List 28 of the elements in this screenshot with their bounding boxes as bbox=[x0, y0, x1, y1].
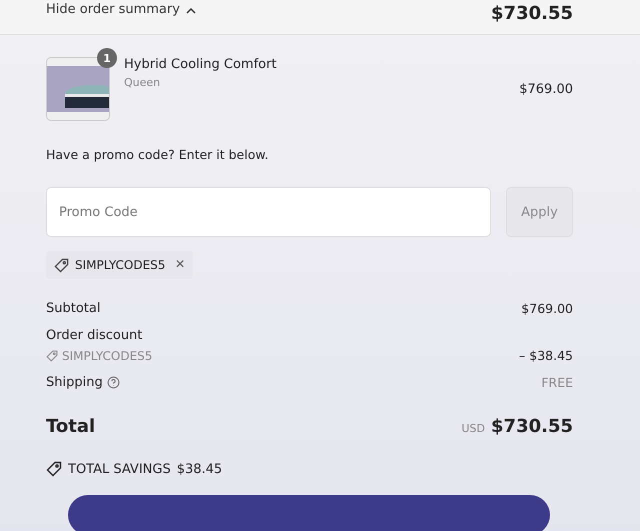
summary-label: Shipping bbox=[46, 375, 103, 390]
remove-button[interactable]: × bbox=[171, 257, 185, 273]
summary-value: FREE bbox=[541, 375, 573, 390]
help-icon[interactable] bbox=[106, 376, 120, 389]
applied-code: SIMPLYCODES5 bbox=[75, 258, 166, 272]
summary-label: Subtotal bbox=[46, 301, 100, 316]
promo-prompt: Have a promo code? Enter it below. bbox=[46, 147, 270, 162]
header-total: $730.55 bbox=[491, 3, 573, 24]
summary-value: – $38.45 bbox=[519, 348, 573, 363]
summary-value: $769.00 bbox=[521, 301, 573, 316]
quantity-badge: 1 bbox=[97, 48, 117, 68]
total-label: Total bbox=[46, 416, 96, 437]
tags-icon bbox=[46, 461, 62, 477]
tag-icon bbox=[54, 258, 69, 272]
checkout-button[interactable] bbox=[68, 495, 550, 531]
savings-amount: $38.45 bbox=[176, 462, 222, 476]
tag-icon bbox=[46, 350, 58, 362]
product-name: Hybrid Cooling Comfort bbox=[124, 57, 278, 72]
discount-code: SIMPLYCODES5 bbox=[62, 349, 152, 363]
savings-label: TOTAL SAVINGS bbox=[68, 462, 171, 476]
summary-label: Order discount bbox=[46, 328, 144, 343]
currency-code: USD bbox=[462, 422, 486, 435]
total-amount: $730.55 bbox=[491, 416, 573, 437]
chevron-icon bbox=[186, 6, 196, 16]
order-summary-toggle[interactable]: Hide order summary bbox=[46, 2, 196, 18]
product-price: $769.00 bbox=[519, 82, 573, 96]
promo-code-field[interactable]: Promo Code bbox=[46, 187, 491, 237]
product-variant: Queen bbox=[124, 76, 162, 89]
